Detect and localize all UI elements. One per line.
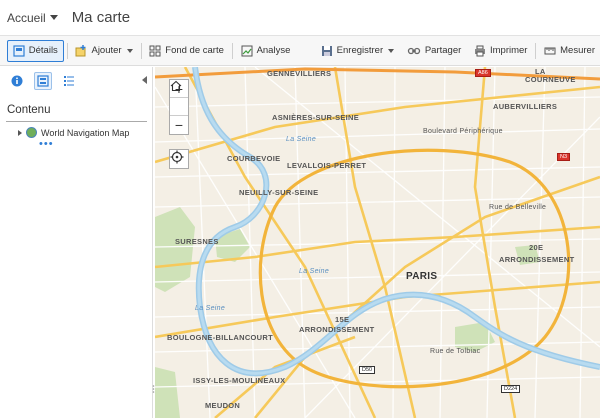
toolbar-divider [535,42,537,59]
print-label: Imprimer [489,45,528,56]
app-header: Accueil Ma carte [0,0,600,36]
basemap-button[interactable]: Fond de carte [144,40,229,62]
road-shield-n3: N3 [557,153,571,161]
toolbar: Détails Ajouter Fond de carte Analyse En… [0,36,600,66]
map-label-seine-south: La Seine [195,305,226,312]
layer-item[interactable]: World Navigation Map [18,127,129,138]
tab-about[interactable] [8,72,26,90]
layer-name: World Navigation Map [41,127,130,138]
share-link-icon [407,47,420,54]
print-button[interactable]: Imprimer [469,40,532,62]
details-button[interactable]: Détails [6,39,64,62]
map-label-suresnes: SURESNES [175,237,219,246]
analysis-button[interactable]: Analyse [236,40,296,62]
road-shield-d50: D50 [359,366,376,374]
layer-options-icon[interactable]: ••• [39,138,54,150]
legend-icon [64,76,74,86]
measure-label: Mesurer [560,45,595,56]
map-label-aubervilliers: AUBERVILLIERS [493,102,558,111]
map-label-asnieres: ASNIÈRES-SUR-SEINE [272,113,360,122]
contents-icon [37,75,49,87]
details-icon [13,44,25,57]
map-label-seine-north: La Seine [286,136,317,143]
map-label-courneuve: COURNEUVE [525,75,576,84]
map-label-meudon: MEUDON [205,401,241,410]
tab-contents[interactable] [34,72,52,90]
default-extent-button[interactable] [170,80,188,116]
basemap-label: Fond de carte [165,45,224,56]
map-label-levallois: LEVALLOIS-PERRET [287,161,367,170]
expand-icon[interactable] [18,129,22,136]
zoom-out-button[interactable]: − [170,116,188,134]
heading-divider [6,121,147,122]
share-button[interactable]: Partager [402,40,466,62]
globe-icon [26,127,37,138]
save-button[interactable]: Enregistrer [316,40,399,62]
panel-tabs [0,67,153,95]
toolbar-divider [66,42,68,59]
home-icon [170,80,182,92]
details-label: Détails [28,45,58,56]
home-label: Accueil [7,10,46,25]
map-label-courbevoie: COURBEVOIE [227,154,281,163]
info-icon [11,75,23,87]
map-label-boulogne: BOULOGNE-BILLANCOURT [167,333,273,342]
map-label-seine-center: La Seine [299,268,330,275]
basemap-icon [149,45,161,56]
map-label-15e: ARRONDISSEMENT [299,325,375,334]
save-label: Enregistrer [336,45,384,56]
save-icon [321,45,332,56]
map-label-issy: ISSY-LES-MOULINEAUX [193,376,286,385]
measure-icon [544,47,556,54]
chevron-down-icon [388,48,395,53]
map-label-paris: PARIS [406,271,438,282]
add-layer-icon [75,44,86,56]
map-label-20e: ARRONDISSEMENT [499,255,575,264]
map-title: Ma carte [71,9,131,26]
add-label: Ajouter [91,45,122,56]
road-shield-d224: D224 [501,385,521,393]
toolbar-divider [140,42,142,59]
map-label-15e-number: 15E [335,315,350,324]
map-label-gennevilliers: GENNEVILLIERS [267,69,332,78]
analysis-label: Analyse [256,45,291,56]
road-shield-a86: A86 [475,69,491,77]
map-label-neuilly: NEUILLY-SUR-SEINE [239,188,319,197]
map-label-belleville: Rue de Belleville [489,204,547,211]
map-label-20e-number: 20E [529,243,544,252]
map-label-boulevard: Boulevard Périphérique [423,128,503,135]
share-label: Partager [424,45,462,56]
add-button[interactable]: Ajouter [70,40,137,62]
zoom-controls: + − [169,79,189,135]
print-icon [474,45,485,56]
map-label-tolbiac: Rue de Tolbiac [430,348,481,355]
toolbar-divider [231,42,233,59]
tab-legend[interactable] [60,72,78,90]
measure-button[interactable]: Mesurer [539,40,600,62]
collapse-panel-icon[interactable] [142,76,147,84]
locate-button[interactable] [169,149,189,169]
chevron-down-icon [126,48,133,53]
chevron-down-icon [49,15,58,20]
contents-heading: Contenu [7,104,51,116]
locate-icon [170,150,184,164]
map-view[interactable]: GENNEVILLIERS LA COURNEUVE ASNIÈRES-SUR-… [155,67,600,418]
analysis-icon [241,45,253,56]
contents-panel: Contenu World Navigation Map ••• [0,67,155,418]
home-menu[interactable]: Accueil [7,11,58,25]
